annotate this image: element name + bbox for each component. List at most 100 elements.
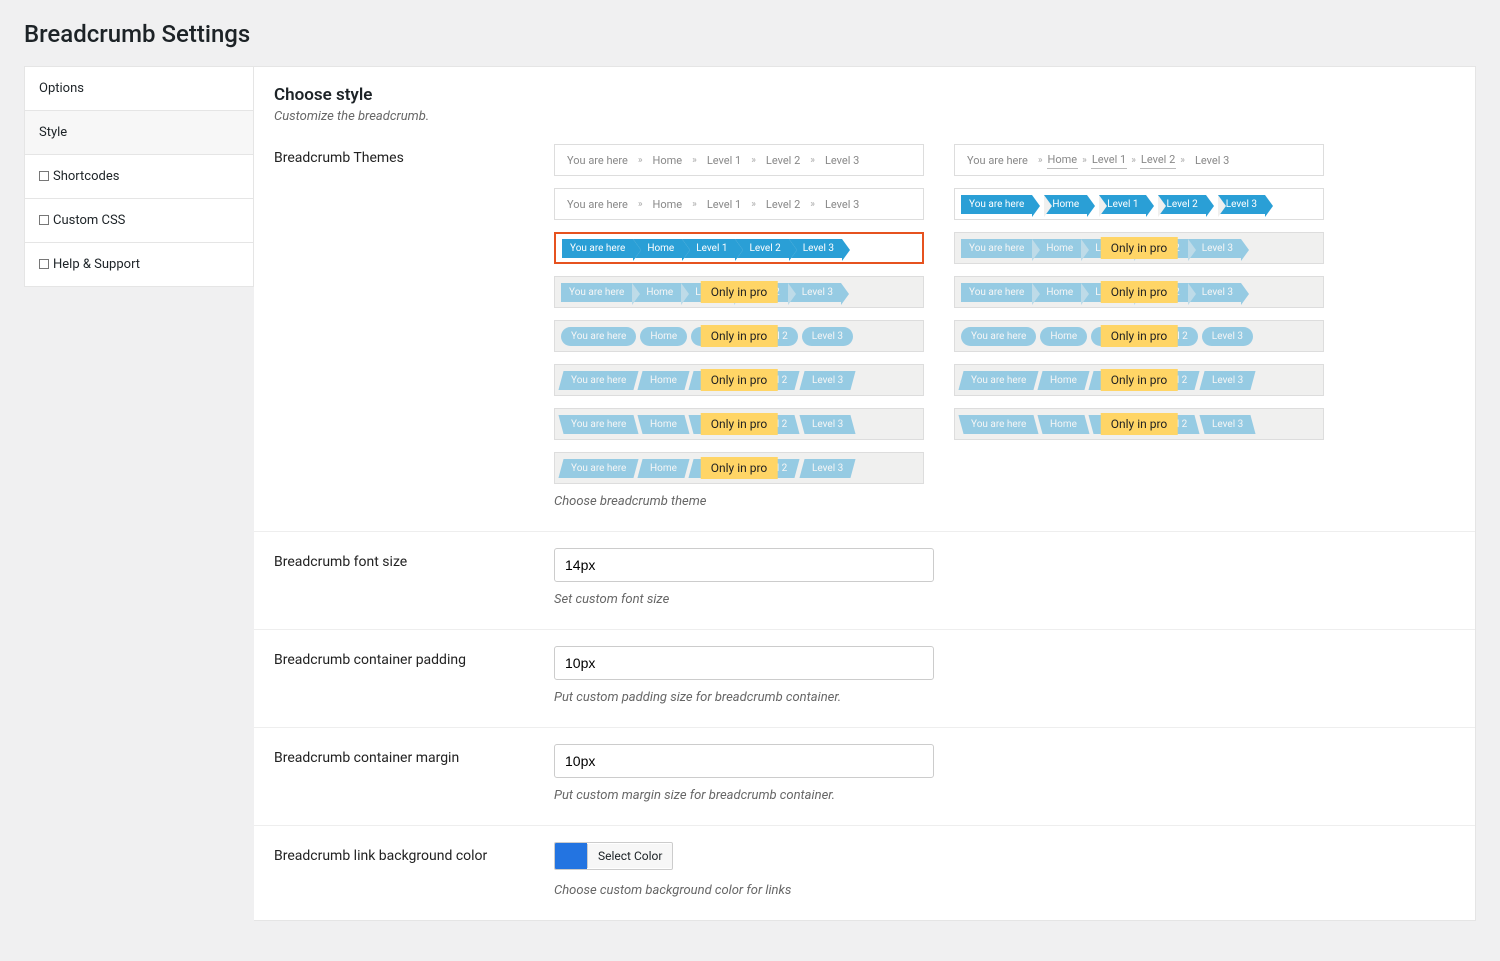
crumb-l3: Level 3 bbox=[819, 151, 865, 170]
theme-option-pro-7[interactable]: You are here Home Level 1 Level 2 Level … bbox=[954, 364, 1324, 396]
theme-option-pro-8[interactable]: You are here Home Level 1 Level 2 Level … bbox=[554, 408, 924, 440]
crumb-l3: Level 3 bbox=[1188, 239, 1241, 258]
crumb-prefix: You are here bbox=[961, 283, 1032, 302]
crumb-home: Home bbox=[1047, 151, 1079, 169]
pro-badge: Only in pro bbox=[701, 325, 778, 347]
crumb-l3: Level 3 bbox=[799, 415, 855, 434]
crumb-prefix: You are here bbox=[562, 239, 633, 258]
page-title: Breadcrumb Settings bbox=[24, 20, 1476, 48]
crumb-l1: Level 1 bbox=[701, 151, 747, 170]
crumb-home: Home bbox=[1032, 239, 1081, 258]
box-icon bbox=[39, 215, 49, 225]
separator-icon: » bbox=[638, 199, 643, 210]
crumb-prefix: You are here bbox=[961, 195, 1032, 214]
tab-custom-css[interactable]: Custom CSS bbox=[24, 198, 254, 242]
tab-style[interactable]: Style bbox=[24, 110, 254, 154]
theme-option-pro-4[interactable]: You are here Home Level 1 Level 2 Level … bbox=[554, 320, 924, 352]
crumb-home: Home bbox=[1040, 327, 1087, 346]
crumb-l3: Level 3 bbox=[1218, 195, 1265, 214]
theme-option-arrowbox[interactable]: You are here Home Level 1 Level 2 Level … bbox=[954, 188, 1324, 220]
crumb-home: Home bbox=[1032, 283, 1081, 302]
crumb-l3: Level 3 bbox=[799, 371, 855, 390]
crumb-home: Home bbox=[638, 459, 690, 478]
section-description: Customize the breadcrumb. bbox=[274, 109, 1455, 124]
crumb-prefix: You are here bbox=[558, 371, 638, 390]
separator-icon: » bbox=[1038, 155, 1043, 166]
crumb-prefix: You are here bbox=[958, 415, 1038, 434]
pro-badge: Only in pro bbox=[701, 457, 778, 479]
theme-option-plain2[interactable]: You are here » Home » Level 1 » Level 2 … bbox=[554, 188, 924, 220]
color-swatch[interactable] bbox=[555, 843, 587, 869]
crumb-prefix: You are here bbox=[561, 195, 634, 214]
theme-option-plain[interactable]: You are here » Home » Level 1 » Level 2 … bbox=[554, 144, 924, 176]
crumb-l2: Level 2 bbox=[760, 151, 806, 170]
separator-icon: » bbox=[692, 199, 697, 210]
box-icon bbox=[39, 171, 49, 181]
crumb-home: Home bbox=[640, 327, 687, 346]
pro-badge: Only in pro bbox=[1101, 369, 1178, 391]
crumb-home: Home bbox=[647, 151, 689, 170]
color-picker[interactable]: Select Color bbox=[554, 842, 673, 870]
pro-badge: Only in pro bbox=[701, 369, 778, 391]
crumb-l3: Level 3 bbox=[799, 459, 855, 478]
crumb-home: Home bbox=[1038, 371, 1090, 390]
crumb-l1: Level 1 bbox=[1091, 151, 1127, 169]
pro-badge: Only in pro bbox=[1101, 281, 1178, 303]
crumb-l3: Level 3 bbox=[1188, 283, 1241, 302]
crumb-prefix: You are here bbox=[961, 327, 1036, 346]
tab-label: Help & Support bbox=[53, 257, 140, 272]
pro-badge: Only in pro bbox=[701, 281, 778, 303]
margin-input[interactable] bbox=[554, 744, 934, 778]
crumb-home: Home bbox=[638, 371, 690, 390]
theme-option-pro-2[interactable]: You are here Home Level 1 Level 2 Level … bbox=[554, 276, 924, 308]
box-icon bbox=[39, 259, 49, 269]
tab-shortcodes[interactable]: Shortcodes bbox=[24, 154, 254, 198]
theme-option-pro-9[interactable]: You are here Home Level 1 Level 2 Level … bbox=[954, 408, 1324, 440]
crumb-home: Home bbox=[638, 415, 690, 434]
themes-grid: You are here » Home » Level 1 » Level 2 … bbox=[554, 144, 1455, 484]
field-label-linkbg: Breadcrumb link background color bbox=[274, 842, 554, 898]
pro-badge: Only in pro bbox=[701, 413, 778, 435]
separator-icon: » bbox=[810, 199, 815, 210]
separator-icon: » bbox=[751, 155, 756, 166]
crumb-prefix: You are here bbox=[558, 459, 638, 478]
theme-option-pro-6[interactable]: You are here Home Level 1 Level 2 Level … bbox=[554, 364, 924, 396]
separator-icon: » bbox=[810, 155, 815, 166]
crumb-l3: Level 3 bbox=[1199, 371, 1255, 390]
tab-help-support[interactable]: Help & Support bbox=[24, 242, 254, 287]
crumb-prefix: You are here bbox=[561, 327, 636, 346]
crumb-l3: Level 3 bbox=[788, 283, 841, 302]
settings-tabs: Options Style Shortcodes Custom CSS Help… bbox=[24, 66, 254, 921]
theme-option-pro-1[interactable]: You are here Home Level 1 Level 2 Level … bbox=[954, 232, 1324, 264]
field-hint-themes: Choose breadcrumb theme bbox=[554, 494, 1455, 509]
theme-option-pro-3[interactable]: You are here Home Level 1 Level 2 Level … bbox=[954, 276, 1324, 308]
field-label-themes: Breadcrumb Themes bbox=[274, 144, 554, 509]
crumb-home: Home bbox=[647, 195, 689, 214]
field-label-fontsize: Breadcrumb font size bbox=[274, 548, 554, 607]
field-hint-margin: Put custom margin size for breadcrumb co… bbox=[554, 788, 1455, 803]
separator-icon: » bbox=[751, 199, 756, 210]
separator-icon: » bbox=[692, 155, 697, 166]
theme-option-pro-5[interactable]: You are here Home Level 1 Level 2 Level … bbox=[954, 320, 1324, 352]
theme-option-pro-10[interactable]: You are here Home Level 1 Level 2 Level … bbox=[554, 452, 924, 484]
section-heading: Choose style bbox=[274, 85, 1455, 105]
theme-option-arrows-selected[interactable]: You are here Home Level 1 Level 2 Level … bbox=[554, 232, 924, 264]
crumb-l3: Level 3 bbox=[1189, 151, 1235, 170]
padding-input[interactable] bbox=[554, 646, 934, 680]
crumb-l3: Level 3 bbox=[802, 327, 853, 346]
theme-option-links[interactable]: You are here » Home » Level 1 » Level 2 … bbox=[954, 144, 1324, 176]
crumb-l3: Level 3 bbox=[1202, 327, 1253, 346]
field-hint-linkbg: Choose custom background color for links bbox=[554, 883, 1455, 898]
font-size-input[interactable] bbox=[554, 548, 934, 582]
field-hint-fontsize: Set custom font size bbox=[554, 592, 1455, 607]
crumb-prefix: You are here bbox=[961, 239, 1032, 258]
pro-badge: Only in pro bbox=[1101, 237, 1178, 259]
crumb-prefix: You are here bbox=[958, 371, 1038, 390]
tab-label: Custom CSS bbox=[53, 213, 125, 228]
tab-options[interactable]: Options bbox=[24, 66, 254, 110]
tab-label: Style bbox=[39, 125, 67, 140]
select-color-button[interactable]: Select Color bbox=[587, 844, 672, 868]
crumb-l2: Level 2 bbox=[1158, 195, 1205, 214]
crumb-l1: Level 1 bbox=[701, 195, 747, 214]
separator-icon: » bbox=[1082, 155, 1087, 166]
